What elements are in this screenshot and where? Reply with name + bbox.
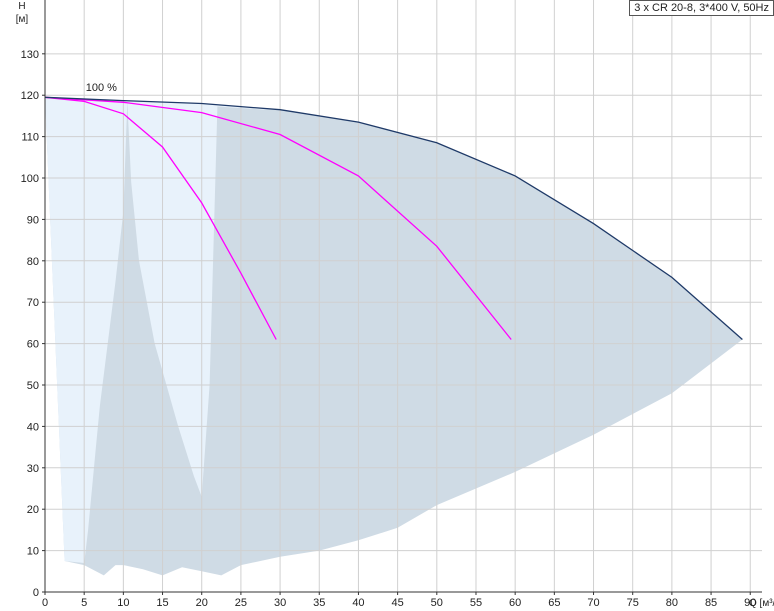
x-tick-label: 40 <box>352 597 364 609</box>
x-tick-label: 0 <box>42 597 48 609</box>
y-tick-label: 110 <box>21 132 39 144</box>
speed-annotation: 100 % <box>86 82 117 94</box>
x-tick-label: 25 <box>235 597 247 609</box>
y-tick-label: 0 <box>33 587 39 599</box>
y-tick-label: 50 <box>27 380 39 392</box>
x-tick-label: 80 <box>666 597 678 609</box>
x-tick-label: 50 <box>431 597 443 609</box>
x-tick-label: 65 <box>548 597 560 609</box>
x-tick-label: 60 <box>509 597 521 609</box>
x-tick-label: 20 <box>196 597 208 609</box>
y-axis-title: H <box>18 1 25 12</box>
y-tick-label: 60 <box>27 339 39 351</box>
x-tick-label: 70 <box>587 597 599 609</box>
chart-title-box: 3 x CR 20-8, 3*400 V, 50Hz <box>629 0 774 16</box>
y-tick-label: 90 <box>27 214 39 226</box>
x-tick-label: 45 <box>391 597 403 609</box>
y-tick-label: 10 <box>27 546 39 558</box>
x-tick-label: 35 <box>313 597 325 609</box>
x-axis-title: Q [м³/ч] <box>749 598 774 609</box>
x-tick-label: 75 <box>627 597 639 609</box>
x-tick-label: 5 <box>81 597 87 609</box>
x-tick-label: 15 <box>156 597 168 609</box>
x-tick-label: 85 <box>705 597 717 609</box>
y-tick-label: 100 <box>21 173 39 185</box>
x-tick-label: 55 <box>470 597 482 609</box>
y-tick-label: 30 <box>27 463 39 475</box>
y-tick-label: 20 <box>27 504 39 516</box>
y-tick-label: 40 <box>27 421 39 433</box>
y-tick-label: 80 <box>27 256 39 268</box>
y-tick-label: 120 <box>21 90 39 102</box>
x-tick-label: 10 <box>117 597 129 609</box>
y-tick-label: 130 <box>21 49 39 61</box>
x-tick-label: 30 <box>274 597 286 609</box>
y-tick-label: 70 <box>27 297 39 309</box>
y-axis-unit: [м] <box>16 14 29 25</box>
pump-performance-chart: 0 5 10 15 20 25 30 35 40 45 50 55 60 65 70 75 80 85 90 0 10 2… <box>16 0 774 609</box>
chart-title: 3 x CR 20-8, 3*400 V, 50Hz <box>634 2 769 14</box>
